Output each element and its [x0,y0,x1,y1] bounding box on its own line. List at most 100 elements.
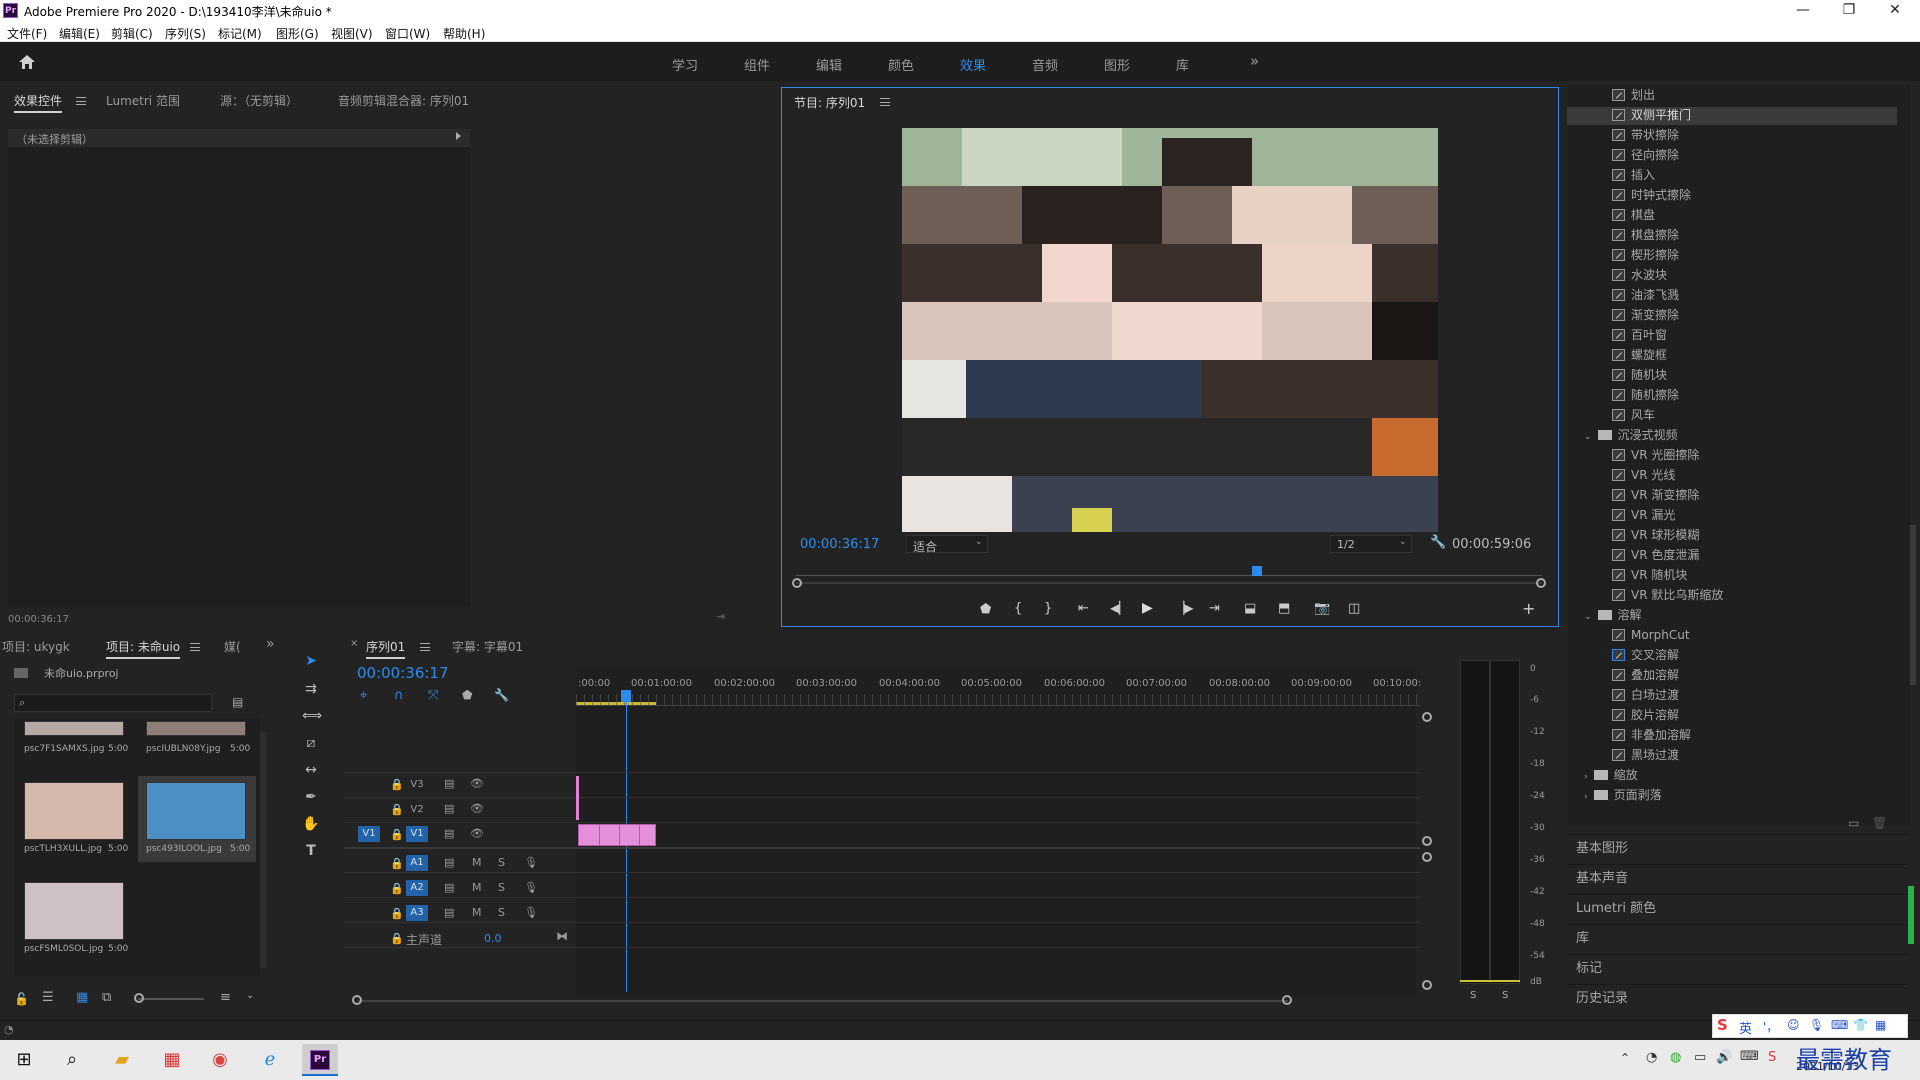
effect-item[interactable]: 螺旋框 [1612,346,1667,364]
expand-arrow-icon[interactable] [456,132,461,140]
tab-effect-controls[interactable]: 效果控件 [14,92,63,113]
lock-icon[interactable]: 🔒 [390,932,404,945]
workspace-audio[interactable]: 音频 [1032,55,1058,74]
effect-item[interactable]: 划出 [1612,86,1655,104]
punctuation-icon[interactable]: '， [1763,1018,1778,1035]
menu-file[interactable]: 文件(F) [7,25,47,42]
tab-project-ukygk[interactable]: 项目: ukygk [2,638,70,655]
effect-item[interactable]: VR 默比乌斯缩放 [1612,586,1723,604]
effect-item[interactable]: 黑场过渡 [1612,746,1679,764]
sync-lock-icon[interactable]: ▤ [444,856,454,869]
solo-button[interactable]: S [498,906,505,919]
media-thumbnail[interactable] [146,721,246,736]
workspace-editing[interactable]: 编辑 [816,55,842,74]
media-thumbnail[interactable] [24,882,124,940]
microphone-icon[interactable]: 🎙 [524,856,538,869]
resolution-select[interactable]: 1/2 ⌄ [1330,535,1412,553]
browser-icon[interactable]: ℯ [250,1045,290,1075]
horizontal-scrollbar[interactable] [358,1000,1288,1002]
windows-start-icon[interactable]: ⊞ [4,1045,44,1075]
restore-button[interactable]: ❐ [1826,0,1872,22]
close-icon[interactable]: × [350,638,358,649]
icon-view-icon[interactable]: ▦ [76,990,88,1005]
lock-icon[interactable]: 🔒 [390,778,404,791]
lock-icon[interactable]: 🔒 [390,857,404,870]
tray-app-icon[interactable]: ◍ [1670,1050,1681,1065]
section-essential-graphics[interactable]: 基本图形 [1568,834,1908,862]
sort-icon[interactable]: ≡ [220,990,231,1005]
menu-graphics[interactable]: 图形(G) [276,25,319,42]
sogou-icon[interactable]: S [1768,1050,1776,1065]
tab-source[interactable]: 源：（无剪辑） [220,92,298,109]
media-thumbnail[interactable] [24,782,124,840]
workspace-effects[interactable]: 效果 [960,55,986,74]
solo-button[interactable]: S [498,881,505,894]
tab-media[interactable]: 媒( [224,638,241,655]
tab-lumetri-scopes[interactable]: Lumetri 范围 [106,92,180,109]
effect-item[interactable]: VR 光圈擦除 [1612,446,1699,464]
menu-clip[interactable]: 剪辑(C) [111,25,153,42]
master-volume-value[interactable]: 0.0 [484,932,502,945]
snap-icon[interactable]: ∩ [394,688,404,703]
effect-item[interactable]: 带状擦除 [1612,126,1679,144]
scroll-handle-right[interactable] [1282,995,1292,1005]
menu-view[interactable]: 视图(V) [331,25,373,42]
effect-item[interactable]: 随机块 [1612,366,1667,384]
workspace-more-icon[interactable]: » [1250,52,1259,70]
timeline-ruler-ticks[interactable] [576,694,1420,706]
media-thumbnail[interactable] [24,721,124,736]
track-area[interactable] [576,668,1416,998]
add-marker-icon[interactable]: ⬟ [980,602,991,617]
nest-icon[interactable]: ⌖ [360,688,367,703]
track-v2-label[interactable]: V2 [408,802,426,818]
ime-mode-icon[interactable]: ⌨ [1740,1049,1759,1064]
linked-selection-icon[interactable]: ⤧ [428,688,438,703]
track-a2-label[interactable]: A2 [406,880,428,896]
go-to-out-icon[interactable]: ⇥ [1209,601,1220,616]
minimize-button[interactable]: — [1780,0,1826,22]
wrench-icon[interactable]: 🔧 [1430,535,1446,550]
effect-item[interactable]: 楔形擦除 [1612,246,1679,264]
camera-icon[interactable]: 📷 [1314,601,1330,616]
program-menu-icon[interactable] [880,98,890,106]
keyboard-icon[interactable]: ⌨ [1831,1018,1848,1032]
effects-scrollbar[interactable] [1910,525,1916,685]
vertical-zoom-handle[interactable] [1422,980,1432,990]
project-menu-icon[interactable] [190,643,200,651]
step-back-icon[interactable]: ◀▏ [1110,601,1128,615]
section-essential-sound[interactable]: 基本声音 [1568,864,1908,892]
effect-item[interactable]: 风车 [1612,406,1655,424]
lock-icon[interactable]: 🔒 [390,803,404,816]
program-playhead[interactable] [1252,566,1262,576]
effect-item[interactable]: VR 渐变擦除 [1612,486,1699,504]
panel-menu-icon[interactable] [76,97,86,105]
delete-icon[interactable]: 🗑 [1872,816,1887,830]
list-view-icon[interactable]: ☰ [42,990,54,1005]
compare-icon[interactable]: ◫ [1348,601,1360,616]
effect-item[interactable]: VR 漏光 [1612,506,1675,524]
effect-item-selected[interactable]: 双侧平推门 [1612,106,1691,124]
effect-item[interactable]: VR 色度泄漏 [1612,546,1699,564]
tab-program[interactable]: 节目: 序列01 [794,94,865,111]
tab-sequence[interactable]: 序列01 [366,638,406,659]
tab-project-current[interactable]: 项目: 未命uio [106,638,181,659]
media-thumbnail[interactable] [146,782,246,840]
program-ruler[interactable] [796,566,1542,576]
sync-lock-icon[interactable]: ▤ [444,802,454,815]
close-button[interactable]: ✕ [1872,0,1918,22]
vertical-zoom-handle[interactable] [1422,712,1432,722]
zoom-handle-right[interactable] [1536,578,1546,588]
workspace-assembly[interactable]: 组件 [744,55,770,74]
effect-item[interactable]: 径向擦除 [1612,146,1679,164]
workspace-learn[interactable]: 学习 [672,55,698,74]
hand-tool-icon[interactable]: ✋ [302,815,320,833]
effect-item[interactable]: 百叶窗 [1612,326,1667,344]
effect-item[interactable]: 交叉溶解 [1612,646,1679,664]
sync-lock-icon[interactable]: ▤ [444,827,454,840]
folder-dissolve[interactable]: ⌄ 溶解 [1584,606,1642,624]
scroll-handle-left[interactable] [352,995,362,1005]
effect-item[interactable]: 胶片溶解 [1612,706,1679,724]
workspace-color[interactable]: 颜色 [888,55,914,74]
solo-right-button[interactable]: S [1502,990,1508,1001]
effect-item[interactable]: 棋盘 [1612,206,1655,224]
